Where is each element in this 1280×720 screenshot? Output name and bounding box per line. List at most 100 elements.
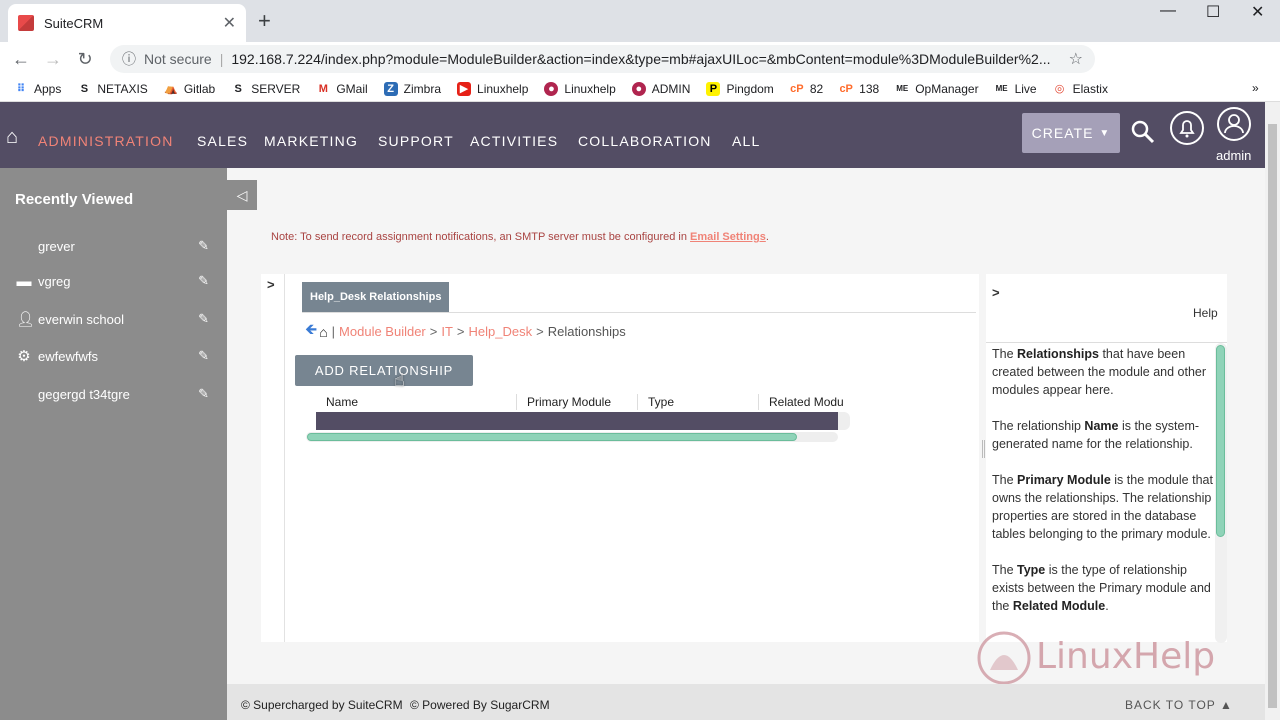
nav-marketing[interactable]: MARKETING: [264, 133, 358, 149]
add-relationship-button[interactable]: ADD RELATIONSHIP: [295, 355, 473, 386]
col-name[interactable]: Name: [326, 395, 358, 409]
email-settings-link[interactable]: Email Settings: [690, 231, 766, 243]
back-icon[interactable]: ←: [5, 49, 37, 70]
url-text: 192.168.7.224/index.php?module=ModuleBui…: [231, 51, 1051, 67]
page-footer: © Supercharged by SuiteCRM © Powered By …: [227, 684, 1265, 720]
create-button[interactable]: CREATE ▼: [1022, 113, 1120, 153]
recent-item-grever[interactable]: grever ✎: [0, 232, 227, 260]
nav-administration[interactable]: ADMINISTRATION: [38, 133, 174, 149]
table-row[interactable]: [316, 412, 838, 430]
browser-tab[interactable]: SuiteCRM ✕: [8, 4, 246, 42]
gitlab-icon: ⛺: [163, 82, 178, 95]
smtp-notice: Note: To send record assignment notifica…: [271, 231, 769, 243]
sidebar-collapse-button[interactable]: ◁: [227, 180, 257, 210]
back-to-top-link[interactable]: BACK TO TOP ▲: [1125, 698, 1233, 712]
edit-pencil-icon[interactable]: ✎: [198, 311, 209, 327]
home-icon[interactable]: ⌂: [319, 324, 327, 340]
bookmark-netaxis[interactable]: S NETAXIS: [77, 82, 148, 96]
recently-viewed-sidebar: Recently Viewed grever ✎ ▬ vgreg ✎ 👤︎ ev…: [0, 168, 227, 720]
nav-all[interactable]: ALL: [732, 133, 761, 149]
user-name[interactable]: admin: [1216, 148, 1251, 163]
bookmark-admin[interactable]: ● ADMIN: [631, 81, 690, 96]
powered-text[interactable]: © Powered By SugarCRM: [410, 698, 550, 712]
col-type[interactable]: Type: [648, 395, 674, 409]
panel-resize-handle[interactable]: [982, 440, 985, 458]
supercharged-text[interactable]: © Supercharged by SuiteCRM: [241, 698, 403, 712]
tab-divider: [302, 312, 976, 313]
bookmark-gmail[interactable]: M GMail: [316, 82, 368, 96]
edit-pencil-icon[interactable]: ✎: [198, 273, 209, 289]
bookmark-server[interactable]: S SERVER: [231, 82, 301, 96]
breadcrumb-relationships: Relationships: [547, 324, 626, 339]
page-vertical-scrollbar[interactable]: [1265, 102, 1280, 720]
maximize-icon[interactable]: ☐: [1206, 2, 1220, 22]
nav-activities[interactable]: ACTIVITIES: [470, 133, 558, 149]
breadcrumb-module-builder[interactable]: Module Builder: [339, 324, 426, 339]
new-tab-icon[interactable]: +: [258, 8, 271, 34]
grid-horizontal-scrollbar[interactable]: [306, 432, 838, 442]
edit-pencil-icon[interactable]: ✎: [198, 238, 209, 254]
address-toolbar: ← → ↻ ⓘ Not secure | 192.168.7.224/index…: [0, 42, 1280, 108]
bookmark-opmanager[interactable]: ME OpManager: [895, 82, 978, 96]
folder-icon: ▬: [16, 272, 32, 290]
help-paragraph: The Type is the type of relationship exi…: [992, 563, 1211, 613]
bookmark-gitlab[interactable]: ⛺ Gitlab: [164, 82, 215, 96]
bookmark-linuxhelp-1[interactable]: ▶ Linuxhelp: [457, 81, 528, 96]
more-bookmarks-icon[interactable]: »: [1252, 81, 1259, 95]
url-bar[interactable]: ⓘ Not secure | 192.168.7.224/index.php?m…: [110, 45, 1095, 73]
elastix-icon: ◎: [1054, 82, 1065, 95]
suitecrm-topnav: ⌂ ADMINISTRATION SALES MARKETING SUPPORT…: [0, 102, 1265, 168]
close-window-icon[interactable]: ✕: [1251, 2, 1264, 22]
bookmark-138[interactable]: cP 138: [839, 82, 879, 96]
minimize-icon[interactable]: —: [1160, 2, 1176, 20]
close-tab-icon[interactable]: ✕: [223, 13, 236, 33]
browser-tab-title: SuiteCRM: [44, 15, 104, 31]
linuxhelp-watermark: LinuxHelp: [976, 630, 1226, 686]
bookmark-elastix[interactable]: ◎ Elastix: [1053, 82, 1108, 96]
info-icon[interactable]: ⓘ: [122, 49, 136, 69]
help-paragraph: The Relationships that have been created…: [992, 347, 1207, 397]
nav-support[interactable]: SUPPORT: [378, 133, 454, 149]
help-paragraph: The Primary Module is the module that ow…: [992, 473, 1213, 541]
back-arrow-icon[interactable]: 🡸: [305, 319, 317, 344]
scrollbar-thumb[interactable]: [1216, 345, 1225, 537]
s-icon: S: [80, 82, 89, 95]
bookmark-linuxhelp-2[interactable]: ● Linuxhelp: [544, 81, 616, 96]
col-related-module[interactable]: Related Modu: [769, 395, 844, 409]
expand-tree-icon[interactable]: >: [267, 277, 275, 292]
scrollbar-thumb[interactable]: [307, 433, 797, 441]
breadcrumb-it[interactable]: IT: [441, 324, 453, 339]
cpanel-icon: cP: [790, 82, 804, 95]
search-icon[interactable]: [1131, 120, 1155, 144]
bookmark-82[interactable]: cP 82: [790, 82, 823, 96]
nav-collaboration[interactable]: COLLABORATION: [578, 133, 712, 149]
breadcrumb-help-desk[interactable]: Help_Desk: [469, 324, 533, 339]
reload-icon[interactable]: ↻: [69, 49, 101, 70]
relationships-tab[interactable]: Help_Desk Relationships: [302, 282, 450, 312]
bookmark-star-icon[interactable]: ☆: [1069, 49, 1083, 69]
nav-sales[interactable]: SALES: [197, 133, 248, 149]
bookmark-live[interactable]: ME Live: [995, 82, 1037, 96]
forward-icon[interactable]: →: [37, 49, 69, 70]
recent-item-everwin-school[interactable]: 👤︎ everwin school ✎: [0, 305, 227, 333]
recent-item-gegergd[interactable]: gegergd t34tgre ✎: [0, 380, 227, 408]
linuxhelp-logo-icon: [977, 631, 1031, 685]
bookmark-apps[interactable]: ⠿ Apps: [14, 82, 62, 96]
collapse-help-icon[interactable]: >: [992, 285, 1000, 300]
scrollbar-thumb[interactable]: [1268, 124, 1277, 708]
tree-collapsed-strip: [261, 274, 285, 642]
home-icon[interactable]: ⌂: [6, 126, 28, 148]
recent-item-vgreg[interactable]: ▬ vgreg ✎: [0, 267, 227, 295]
user-icon: 👤︎: [16, 311, 36, 328]
help-vertical-scrollbar[interactable]: [1215, 343, 1227, 643]
col-primary-module[interactable]: Primary Module: [527, 395, 611, 409]
recent-item-ewfewfwfs[interactable]: ⚙ ewfewfwfs ✎: [0, 342, 227, 370]
bookmark-zimbra[interactable]: Z Zimbra: [383, 81, 441, 96]
bookmark-pingdom[interactable]: P Pingdom: [706, 81, 774, 96]
user-avatar-icon[interactable]: [1216, 106, 1252, 142]
hand-cursor-icon: ☝: [394, 370, 405, 390]
sidebar-heading: Recently Viewed: [15, 191, 134, 208]
notifications-bell-icon[interactable]: [1169, 110, 1205, 146]
edit-pencil-icon[interactable]: ✎: [198, 348, 209, 364]
edit-pencil-icon[interactable]: ✎: [198, 386, 209, 402]
